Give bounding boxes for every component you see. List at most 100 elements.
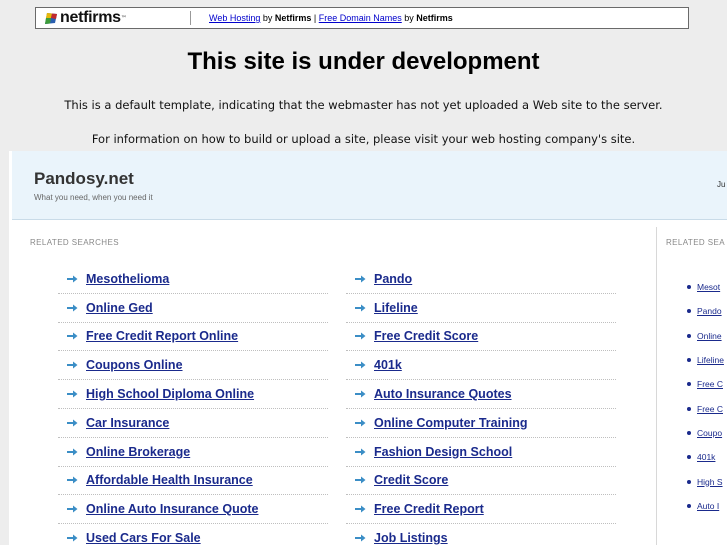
related-search-link[interactable]: Online Computer Training [374, 416, 527, 430]
arrow-right-icon [355, 476, 366, 484]
related-search-item: Affordable Health Insurance [58, 467, 328, 496]
related-search-link[interactable]: Fashion Design School [374, 445, 512, 459]
arrow-right-icon [67, 332, 78, 340]
info-line: For information on how to build or uploa… [91, 132, 636, 146]
column-divider [656, 227, 657, 545]
sidebar-item: Online [687, 324, 724, 348]
related-search-item: Auto Insurance Quotes [346, 380, 616, 409]
arrow-right-icon [67, 534, 78, 542]
arrow-right-icon [355, 332, 366, 340]
banner-divider [190, 11, 191, 25]
sidebar-link[interactable]: Auto I [697, 501, 719, 511]
related-search-link[interactable]: 401k [374, 358, 402, 372]
related-search-link[interactable]: Lifeline [374, 301, 418, 315]
sidebar-item: 401k [687, 445, 724, 469]
related-search-link[interactable]: Online Brokerage [86, 445, 190, 459]
related-search-link[interactable]: Used Cars For Sale [86, 531, 201, 545]
parked-header: Pandosy.net What you need, when you need… [12, 151, 727, 220]
netfirms-logo[interactable]: netfirms ™ [44, 9, 182, 27]
netfirms-banner: netfirms ™ Web Hosting by Netfirms | Free… [35, 7, 689, 29]
related-search-link[interactable]: Free Credit Report Online [86, 329, 238, 343]
sidebar-link[interactable]: Coupo [697, 428, 722, 438]
arrow-right-icon [355, 304, 366, 312]
sidebar-link[interactable]: Pando [697, 306, 722, 316]
banner-by-text: by [260, 13, 275, 23]
arrow-right-icon [67, 419, 78, 427]
arrow-right-icon [355, 390, 366, 398]
related-search-item: Lifeline [346, 294, 616, 323]
parked-page-frame: Pandosy.net What you need, when you need… [9, 151, 727, 545]
sidebar-item: Lifeline [687, 348, 724, 372]
netfirms-wordmark: netfirms [60, 9, 121, 26]
related-search-link[interactable]: Free Credit Report [374, 502, 484, 516]
arrow-right-icon [355, 275, 366, 283]
arrow-right-icon [67, 304, 78, 312]
related-search-link[interactable]: Credit Score [374, 473, 448, 487]
site-tagline: What you need, when you need it [34, 193, 153, 202]
arrow-right-icon [67, 390, 78, 398]
free-domain-names-link[interactable]: Free Domain Names [319, 13, 402, 23]
related-search-item: Online Auto Insurance Quote [58, 495, 328, 525]
related-search-link[interactable]: Car Insurance [86, 416, 169, 430]
sidebar-link[interactable]: High S [697, 477, 723, 487]
arrow-right-icon [67, 476, 78, 484]
arrow-right-icon [355, 448, 366, 456]
banner-separator: | [311, 13, 319, 23]
header-right-text: Ju [717, 180, 726, 189]
related-search-link[interactable]: Mesothelioma [86, 272, 169, 286]
related-search-link[interactable]: Job Listings [374, 531, 448, 545]
sidebar-item: Auto I [687, 494, 724, 518]
related-search-item: Free Credit Report Online [58, 323, 328, 352]
related-search-link[interactable]: Auto Insurance Quotes [374, 387, 512, 401]
sidebar-link[interactable]: Online [697, 331, 722, 341]
bullet-icon [687, 406, 691, 411]
related-search-item: Mesothelioma [58, 265, 328, 294]
related-search-link[interactable]: Pando [374, 272, 412, 286]
related-search-item: Online Ged [58, 294, 328, 323]
related-search-item: Fashion Design School [346, 438, 616, 467]
related-search-link[interactable]: Coupons Online [86, 358, 183, 372]
bullet-icon [687, 430, 691, 435]
sidebar-link[interactable]: 401k [697, 452, 715, 462]
related-searches-right-column: Pando Lifeline Free Credit Score 401k Auto I… [346, 265, 616, 545]
related-search-link[interactable]: Free Credit Score [374, 329, 478, 343]
sidebar-item: Coupo [687, 421, 724, 445]
site-name[interactable]: Pandosy.net [34, 169, 134, 189]
sidebar-item: Mesot [687, 275, 724, 299]
banner-brand: Netfirms [274, 13, 312, 23]
sidebar-item: Free C [687, 396, 724, 420]
related-search-item: Free Credit Report [346, 495, 616, 525]
bullet-icon [687, 333, 691, 338]
arrow-right-icon [355, 534, 366, 542]
related-search-link[interactable]: High School Diploma Online [86, 387, 254, 401]
banner-links: Web Hosting by Netfirms | Free Domain Na… [209, 13, 453, 23]
arrow-right-icon [355, 419, 366, 427]
related-search-link[interactable]: Online Ged [86, 301, 153, 315]
web-hosting-link[interactable]: Web Hosting [209, 13, 260, 23]
related-search-item: Job Listings [346, 524, 616, 545]
related-search-link[interactable]: Affordable Health Insurance [86, 473, 253, 487]
bullet-icon [687, 479, 691, 484]
related-search-item: Pando [346, 265, 616, 294]
sidebar-link[interactable]: Free C [697, 379, 723, 389]
sidebar-link[interactable]: Mesot [697, 282, 720, 292]
arrow-right-icon [67, 448, 78, 456]
banner-brand: Netfirms [416, 13, 453, 23]
related-search-item: Free Credit Score [346, 323, 616, 352]
arrow-right-icon [355, 361, 366, 369]
related-search-item: Used Cars For Sale [58, 524, 328, 545]
related-search-link[interactable]: Online Auto Insurance Quote [86, 502, 258, 516]
related-search-item: Online Brokerage [58, 438, 328, 467]
sidebar-item: High S [687, 469, 724, 493]
bullet-icon [687, 382, 691, 387]
arrow-right-icon [355, 505, 366, 513]
sidebar-link[interactable]: Lifeline [697, 355, 724, 365]
netfirms-flag-icon [45, 13, 57, 24]
related-searches-title: RELATED SEARCHES [30, 238, 119, 247]
bullet-icon [687, 358, 691, 363]
bullet-icon [687, 309, 691, 314]
sidebar-item: Pando [687, 299, 724, 323]
sidebar-link[interactable]: Free C [697, 404, 723, 414]
related-search-item: Car Insurance [58, 409, 328, 438]
page-headline: This site is under development [187, 48, 540, 75]
